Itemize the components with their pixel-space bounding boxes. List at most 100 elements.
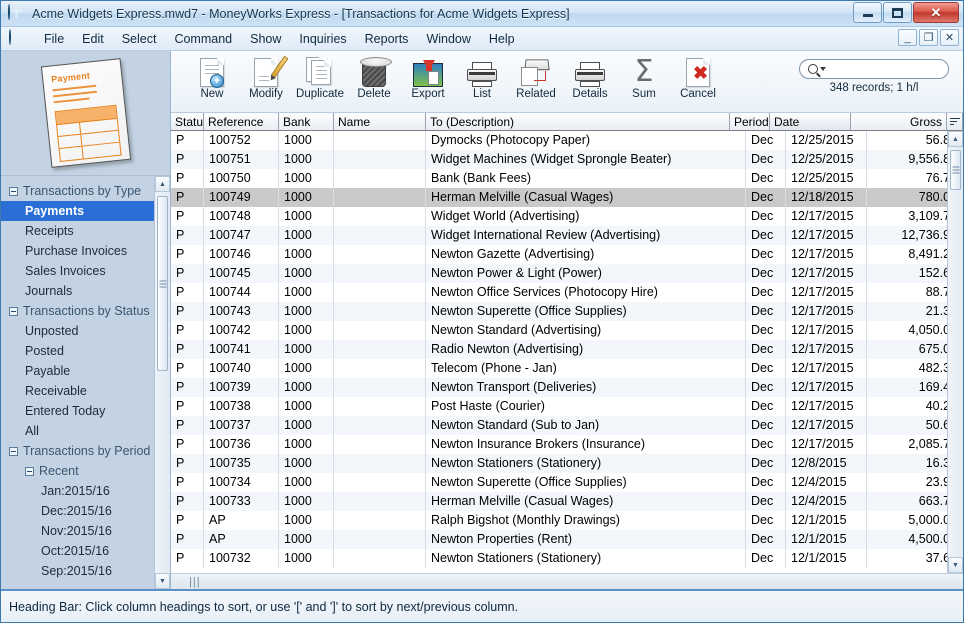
list-button[interactable]: List bbox=[455, 51, 509, 100]
tree-collapse-icon[interactable] bbox=[9, 186, 18, 196]
duplicate-button[interactable]: Duplicate bbox=[293, 51, 347, 100]
sidebar-item-transactions-by-type[interactable]: Transactions by Type bbox=[1, 181, 170, 201]
table-row[interactable]: P 100749 1000 Herman Melville (Casual Wages… bbox=[171, 188, 963, 207]
sidebar-item-dec-2015-16[interactable]: Dec:2015/16 bbox=[1, 501, 170, 521]
details-button[interactable]: Details bbox=[563, 51, 617, 100]
table-row[interactable]: P AP 1000 Ralph Bigshot (Monthly Drawings) D… bbox=[171, 511, 963, 530]
sidebar-item-payments[interactable]: Payments bbox=[1, 201, 170, 221]
table-row[interactable]: P 100732 1000 Newton Stationers (Stationery… bbox=[171, 549, 963, 568]
maximize-button[interactable] bbox=[883, 2, 912, 23]
sidebar-item-all[interactable]: All bbox=[1, 421, 170, 441]
sum-button[interactable]: Σ Sum bbox=[617, 51, 671, 101]
sidebar-scroll-thumb[interactable] bbox=[157, 196, 168, 371]
column-header-period[interactable]: Period bbox=[730, 113, 770, 130]
sidebar-item-transactions-by-period[interactable]: Transactions by Period bbox=[1, 441, 170, 461]
related-button[interactable]: Related bbox=[509, 51, 563, 100]
menu-item-edit[interactable]: Edit bbox=[73, 29, 113, 49]
table-row[interactable]: P 100752 1000 Dymocks (Photocopy Paper) Dec 1… bbox=[171, 131, 963, 150]
table-row[interactable]: P 100747 1000 Widget International Review (… bbox=[171, 226, 963, 245]
table-row[interactable]: P 100733 1000 Herman Melville (Casual Wages… bbox=[171, 492, 963, 511]
mdi-restore-button[interactable]: ❐ bbox=[919, 29, 938, 46]
table-row[interactable]: P 100737 1000 Newton Standard (Sub to Jan) D… bbox=[171, 416, 963, 435]
search-magnifier-icon[interactable] bbox=[808, 64, 818, 74]
table-cell-date: 12/25/2015 bbox=[786, 131, 867, 150]
sidebar-item-sep-2015-16[interactable]: Sep:2015/16 bbox=[1, 561, 170, 581]
new-button[interactable]: + New bbox=[185, 51, 239, 100]
close-button[interactable]: ✕ bbox=[913, 2, 959, 23]
table-row[interactable]: P 100742 1000 Newton Standard (Advertising)… bbox=[171, 321, 963, 340]
table-row[interactable]: P 100745 1000 Newton Power & Light (Power) D… bbox=[171, 264, 963, 283]
menu-item-help[interactable]: Help bbox=[480, 29, 524, 49]
column-header-bank[interactable]: Bank bbox=[279, 113, 334, 130]
minimize-button[interactable] bbox=[853, 2, 882, 23]
sidebar-item-receivable[interactable]: Receivable bbox=[1, 381, 170, 401]
sidebar-item-journals[interactable]: Journals bbox=[1, 281, 170, 301]
modify-button[interactable]: Modify bbox=[239, 51, 293, 100]
sidebar-item-unposted[interactable]: Unposted bbox=[1, 321, 170, 341]
sidebar-item-recent[interactable]: Recent bbox=[1, 461, 170, 481]
table-row[interactable]: P 100746 1000 Newton Gazette (Advertising) D… bbox=[171, 245, 963, 264]
horizontal-splitter[interactable]: ||| bbox=[171, 573, 963, 589]
search-input[interactable] bbox=[826, 62, 964, 76]
sidebar-item-nov-2015-16[interactable]: Nov:2015/16 bbox=[1, 521, 170, 541]
column-header-reference[interactable]: Reference bbox=[204, 113, 279, 130]
menu-item-file[interactable]: File bbox=[35, 29, 73, 49]
cancel-button[interactable]: ✖ Cancel bbox=[671, 51, 725, 100]
table-row[interactable]: P 100740 1000 Telecom (Phone - Jan) Dec 12/17… bbox=[171, 359, 963, 378]
table-row[interactable]: P 100751 1000 Widget Machines (Widget Spron… bbox=[171, 150, 963, 169]
sidebar-item-posted[interactable]: Posted bbox=[1, 341, 170, 361]
table-cell-desc: Newton Superette (Office Supplies) bbox=[426, 473, 746, 492]
table-scrollbar[interactable]: ▲ ▼ bbox=[947, 131, 963, 573]
table-row[interactable]: P 100743 1000 Newton Superette (Office Supp… bbox=[171, 302, 963, 321]
table-row[interactable]: P 100741 1000 Radio Newton (Advertising) Dec… bbox=[171, 340, 963, 359]
menu-item-command[interactable]: Command bbox=[165, 29, 241, 49]
mdi-close-button[interactable]: ✕ bbox=[940, 29, 959, 46]
table-cell-status: P bbox=[171, 188, 204, 207]
sidebar-scroll-up-icon[interactable]: ▲ bbox=[155, 176, 170, 192]
application-window: Acme Widgets Express.mwd7 - MoneyWorks E… bbox=[0, 0, 964, 623]
column-header-status[interactable]: Status bbox=[171, 113, 204, 130]
table-row[interactable]: P 100734 1000 Newton Superette (Office Supp… bbox=[171, 473, 963, 492]
table-row[interactable]: P 100750 1000 Bank (Bank Fees) Dec 12/25/2015… bbox=[171, 169, 963, 188]
column-header-name[interactable]: Name bbox=[334, 113, 426, 130]
column-header-description[interactable]: To (Description) bbox=[426, 113, 730, 130]
table-cell-name bbox=[334, 473, 426, 492]
column-filter-icon[interactable] bbox=[947, 113, 963, 130]
table-cell-status: P bbox=[171, 302, 204, 321]
sidebar-item-oct-2015-16[interactable]: Oct:2015/16 bbox=[1, 541, 170, 561]
menu-item-reports[interactable]: Reports bbox=[356, 29, 418, 49]
sidebar-item-receipts[interactable]: Receipts bbox=[1, 221, 170, 241]
tree-collapse-icon[interactable] bbox=[25, 466, 34, 476]
table-row[interactable]: P 100748 1000 Widget World (Advertising) Dec… bbox=[171, 207, 963, 226]
menu-item-show[interactable]: Show bbox=[241, 29, 290, 49]
mdi-minimize-button[interactable]: _ bbox=[898, 29, 917, 46]
tree-collapse-icon[interactable] bbox=[9, 306, 18, 316]
sidebar-scroll-down-icon[interactable]: ▼ bbox=[155, 573, 170, 589]
delete-button[interactable]: Delete bbox=[347, 51, 401, 100]
search-box[interactable] bbox=[799, 59, 964, 79]
table-row[interactable]: P AP 1000 Newton Properties (Rent) Dec 12/1/2… bbox=[171, 530, 963, 549]
sidebar-item-purchase-invoices[interactable]: Purchase Invoices bbox=[1, 241, 170, 261]
sidebar-item-transactions-by-status[interactable]: Transactions by Status bbox=[1, 301, 170, 321]
menu-item-inquiries[interactable]: Inquiries bbox=[290, 29, 355, 49]
sidebar-scrollbar[interactable]: ▲ ▼ bbox=[154, 176, 170, 589]
table-cell-period: Dec bbox=[746, 435, 786, 454]
table-row[interactable]: P 100735 1000 Newton Stationers (Stationery… bbox=[171, 454, 963, 473]
table-scroll-thumb[interactable] bbox=[950, 150, 961, 190]
column-header-date[interactable]: Date bbox=[770, 113, 851, 130]
table-row[interactable]: P 100736 1000 Newton Insurance Brokers (Ins… bbox=[171, 435, 963, 454]
sidebar-item-jan-2015-16[interactable]: Jan:2015/16 bbox=[1, 481, 170, 501]
tree-collapse-icon[interactable] bbox=[9, 446, 18, 456]
sidebar-item-payable[interactable]: Payable bbox=[1, 361, 170, 381]
menu-item-window[interactable]: Window bbox=[417, 29, 479, 49]
export-button[interactable]: Export bbox=[401, 51, 455, 100]
sidebar-item-sales-invoices[interactable]: Sales Invoices bbox=[1, 261, 170, 281]
table-row[interactable]: P 100738 1000 Post Haste (Courier) Dec 12/17/… bbox=[171, 397, 963, 416]
column-header-gross[interactable]: Gross bbox=[851, 113, 947, 130]
sidebar-item-entered-today[interactable]: Entered Today bbox=[1, 401, 170, 421]
table-row[interactable]: P 100739 1000 Newton Transport (Deliveries)… bbox=[171, 378, 963, 397]
table-scroll-down-icon[interactable]: ▼ bbox=[948, 557, 963, 573]
menu-item-select[interactable]: Select bbox=[113, 29, 166, 49]
table-row[interactable]: P 100744 1000 Newton Office Services (Photo… bbox=[171, 283, 963, 302]
table-scroll-up-icon[interactable]: ▲ bbox=[948, 131, 963, 147]
